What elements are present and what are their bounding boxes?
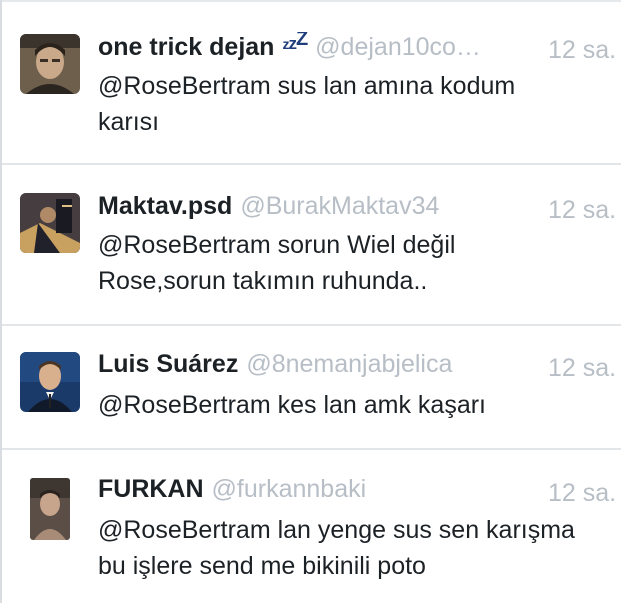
display-name[interactable]: FURKAN bbox=[98, 475, 204, 503]
tweet-item[interactable]: Luis Suárez @8nemanjabjelica 12 sa. @Rose… bbox=[2, 326, 621, 450]
user-handle[interactable]: @BurakMaktav34 bbox=[240, 192, 439, 220]
avatar[interactable] bbox=[20, 352, 80, 412]
tweet-item[interactable]: one trick dejan zzZ @dejan10co… 12 sa. @Ro… bbox=[2, 2, 621, 165]
avatar[interactable] bbox=[20, 34, 80, 94]
user-handle[interactable]: @furkannbaki bbox=[212, 475, 367, 503]
avatar-image bbox=[30, 478, 70, 540]
tweet-header: Luis Suárez @8nemanjabjelica bbox=[98, 350, 621, 386]
tweet-header: Maktav.psd @BurakMaktav34 bbox=[98, 192, 621, 228]
tweet-text: @RoseBertram sus lan amına kodum karısı bbox=[98, 72, 516, 136]
tweet-item[interactable]: Maktav.psd @BurakMaktav34 12 sa. @RoseBer… bbox=[2, 165, 621, 326]
tweet-text: @RoseBertram lan yenge sus sen karışma b… bbox=[98, 516, 575, 580]
timestamp[interactable]: 12 sa. bbox=[548, 479, 616, 508]
timestamp[interactable]: 12 sa. bbox=[548, 354, 616, 383]
avatar[interactable] bbox=[20, 193, 80, 253]
tweet-item[interactable]: FURKAN @furkannbaki 12 sa. @RoseBertram l… bbox=[2, 450, 621, 603]
display-name[interactable]: one trick dejan bbox=[98, 33, 274, 61]
timestamp[interactable]: 12 sa. bbox=[548, 36, 616, 65]
avatar-image bbox=[20, 34, 80, 94]
tweet-header: one trick dejan zzZ @dejan10co… bbox=[98, 32, 621, 68]
tweet-timeline: one trick dejan zzZ @dejan10co… 12 sa. @Ro… bbox=[0, 0, 621, 603]
tweet-header: FURKAN @furkannbaki bbox=[98, 475, 621, 511]
avatar[interactable] bbox=[30, 478, 70, 540]
display-name[interactable]: Maktav.psd bbox=[98, 192, 232, 220]
user-handle[interactable]: @8nemanjabjelica bbox=[246, 350, 452, 378]
avatar-image bbox=[20, 352, 80, 412]
user-handle[interactable]: @dejan10co… bbox=[315, 33, 481, 61]
timestamp[interactable]: 12 sa. bbox=[548, 196, 616, 225]
avatar-image bbox=[20, 193, 80, 253]
tweet-text: @RoseBertram sorun Wiel değil Rose,sorun… bbox=[98, 231, 456, 295]
display-name[interactable]: Luis Suárez bbox=[98, 350, 238, 378]
sleep-zzz-icon: zzZ bbox=[282, 32, 308, 53]
tweet-text: @RoseBertram kes lan amk kaşarı bbox=[98, 391, 487, 419]
